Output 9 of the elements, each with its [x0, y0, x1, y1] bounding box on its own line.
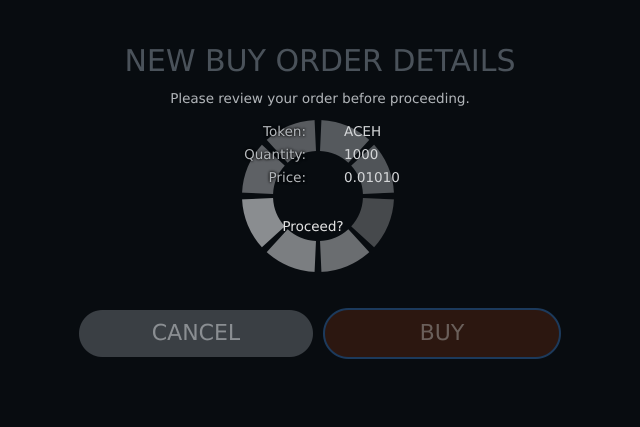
detail-value: 0.01010: [344, 169, 401, 188]
detail-value: 1000: [344, 146, 380, 165]
buy-button[interactable]: BUY: [323, 308, 561, 359]
cancel-button[interactable]: CANCEL: [79, 310, 313, 357]
proceed-prompt: Proceed?: [282, 219, 344, 235]
dialog-title: NEW BUY ORDER DETAILS: [124, 43, 516, 81]
detail-value: ACEH: [344, 123, 382, 142]
detail-label: Price:: [268, 169, 306, 188]
dialog-subtitle: Please review your order before proceeding.: [170, 90, 470, 108]
